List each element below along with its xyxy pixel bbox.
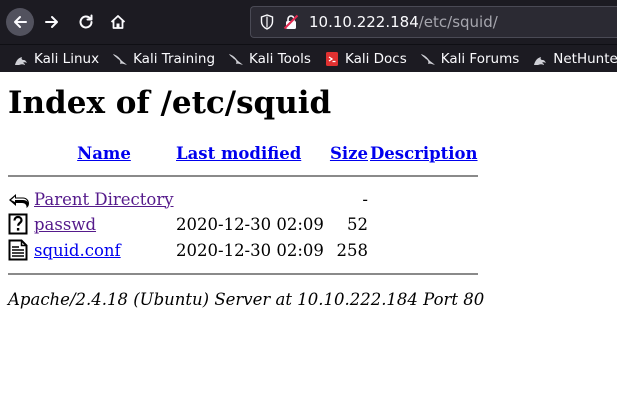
home-button[interactable]	[104, 8, 132, 36]
page-title: Index of /etc/squid	[8, 85, 332, 121]
url-host: 10.10.222.184	[309, 13, 419, 31]
back-button[interactable]	[6, 8, 34, 36]
kali-docs-icon	[324, 51, 340, 67]
row-name-cell: Parent Directory	[34, 188, 174, 210]
back-arrow-icon	[9, 194, 29, 208]
home-icon	[110, 15, 126, 29]
icon-column-header	[8, 143, 32, 164]
size-column-header: Size	[328, 143, 368, 164]
sort-by-last-modified-link[interactable]: Last modified	[176, 144, 301, 163]
reload-icon	[79, 14, 93, 29]
bookmark-kali-docs[interactable]: Kali Docs	[324, 51, 407, 67]
sort-by-size-link[interactable]: Size	[330, 144, 368, 163]
row-name-cell: passwd	[34, 212, 174, 236]
kali-dragon-icon	[13, 51, 29, 67]
table-row: Parent Directory -	[8, 188, 478, 210]
bookmark-kali-linux[interactable]: Kali Linux	[13, 51, 99, 67]
kali-dragon-icon	[228, 51, 244, 67]
back-arrow-icon	[14, 16, 27, 28]
row-icon-cell	[8, 188, 32, 210]
kali-dragon-icon	[112, 51, 128, 67]
bookmark-kali-forums[interactable]: Kali Forums	[420, 50, 520, 67]
table-row: squid.conf 2020-12-30 02:09 258	[8, 238, 478, 262]
reload-button[interactable]	[72, 8, 100, 36]
directory-listing-table: Name Last modified Size Description Pare…	[6, 141, 480, 286]
bookmark-label: Kali Linux	[34, 50, 100, 67]
separator-row	[8, 166, 478, 186]
page-content: Index of /etc/squid Name Last modified S…	[0, 72, 617, 309]
file-link-passwd[interactable]: passwd	[34, 215, 96, 234]
row-name-cell: squid.conf	[34, 238, 174, 262]
kali-dragon-icon	[532, 51, 548, 67]
row-description-cell	[370, 212, 478, 236]
row-description-cell	[370, 188, 478, 210]
bookmark-kali-tools[interactable]: Kali Tools	[228, 51, 311, 67]
row-size-cell: 258	[336, 240, 369, 260]
row-size-cell: -	[362, 189, 368, 209]
row-icon-cell	[8, 212, 32, 236]
separator-row	[8, 264, 478, 284]
header-divider	[8, 175, 478, 177]
forward-button[interactable]	[38, 8, 66, 36]
kali-dragon-icon	[420, 51, 436, 67]
tracking-protection-shield-icon[interactable]	[259, 14, 275, 30]
bookmark-kali-training[interactable]: Kali Training	[112, 51, 215, 67]
table-row: passwd 2020-12-30 02:09 52	[8, 212, 478, 236]
parent-directory-link[interactable]: Parent Directory	[34, 190, 174, 209]
footer-divider	[8, 273, 478, 275]
url-path: /etc/squid/	[418, 13, 498, 31]
row-icon-cell	[8, 238, 32, 262]
unknown-file-icon	[8, 213, 28, 235]
row-modified-cell: 2020-12-30 02:09	[176, 214, 324, 234]
bookmark-label: Kali Training	[133, 50, 216, 67]
row-size-cell: 52	[347, 214, 368, 234]
sort-by-name-link[interactable]: Name	[77, 144, 131, 163]
bookmark-label: Kali Forums	[440, 50, 520, 67]
url-text[interactable]: 10.10.222.184/etc/squid/	[309, 13, 498, 31]
address-bar[interactable]: 10.10.222.184/etc/squid/	[250, 6, 617, 38]
bookmark-label: Kali Docs	[344, 50, 407, 67]
last-modified-column-header: Last modified	[176, 143, 326, 164]
text-file-icon	[8, 239, 28, 261]
row-description-cell	[370, 238, 478, 262]
bookmark-label: Kali Tools	[249, 50, 311, 67]
table-header-row: Name Last modified Size Description	[8, 143, 478, 164]
file-link-squid-conf[interactable]: squid.conf	[34, 241, 121, 260]
server-signature: Apache/2.4.18 (Ubuntu) Server at 10.10.2…	[8, 290, 485, 309]
browser-toolbar: 10.10.222.184/etc/squid/	[0, 0, 617, 44]
bookmarks-toolbar: Kali Linux Kali Training Kali Tools Kali…	[0, 44, 617, 72]
description-column-header: Description	[370, 143, 478, 164]
forward-arrow-icon	[45, 16, 58, 28]
sort-by-description-link[interactable]: Description	[370, 144, 478, 163]
row-modified-cell: 2020-12-30 02:09	[176, 240, 324, 260]
name-column-header: Name	[34, 143, 174, 164]
bookmark-label: NetHunter	[553, 50, 617, 67]
bookmark-nethunter[interactable]: NetHunter	[532, 51, 617, 67]
insecure-lock-icon[interactable]	[283, 14, 299, 30]
row-modified-cell	[176, 188, 326, 210]
